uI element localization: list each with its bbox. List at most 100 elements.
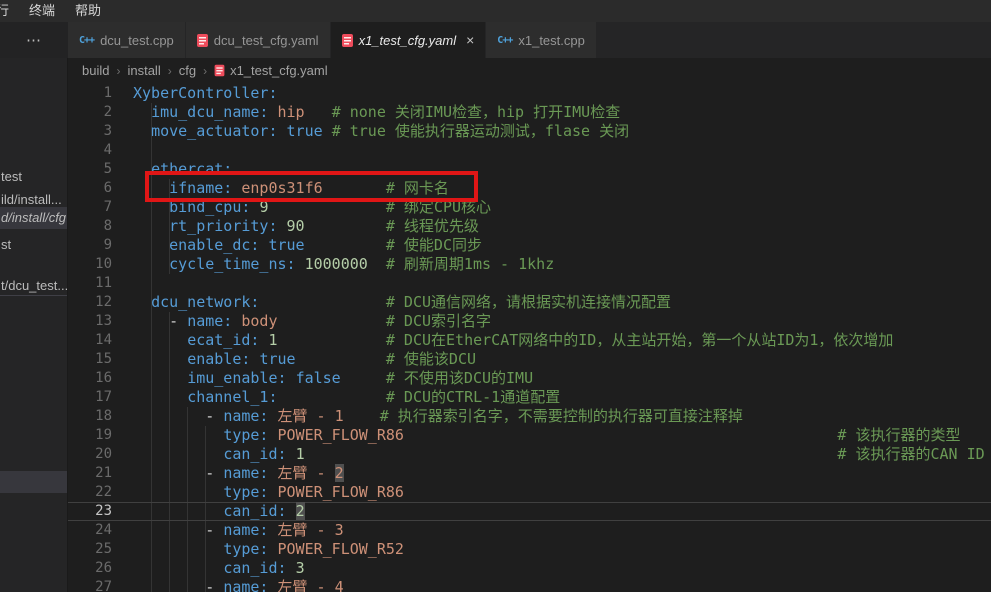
code-token	[268, 464, 277, 482]
line-number[interactable]: 5	[68, 160, 112, 179]
code-token: XyberController:	[133, 84, 278, 102]
line-number[interactable]: 11	[68, 274, 112, 293]
code-line[interactable]: 15 enable: true # 使能该DCU	[68, 350, 991, 369]
menu-item-终端[interactable]: 终端	[19, 0, 65, 22]
code-line[interactable]: 10 cycle_time_ns: 1000000 # 刷新周期1ms - 1k…	[68, 255, 991, 274]
sidebar-item[interactable]: t/dcu_test...	[0, 275, 68, 297]
vscode-window: 行终端帮助 ⋯ C++dcu_test.cppdcu_test_cfg.yaml…	[0, 0, 991, 592]
code-line[interactable]: 20 can_id: 1 # 该执行器的CAN ID	[68, 445, 991, 464]
code-token: true	[259, 350, 295, 368]
code-line[interactable]: 13 - name: body # DCU索引名字	[68, 312, 991, 331]
line-number[interactable]: 3	[68, 122, 112, 141]
line-number[interactable]: 4	[68, 141, 112, 160]
line-number[interactable]: 20	[68, 445, 112, 464]
sidebar-selected-row[interactable]	[0, 471, 68, 493]
code-line[interactable]: 7 bind_cpu: 9 # 绑定CPU核心	[68, 198, 991, 217]
menu-item-帮助[interactable]: 帮助	[65, 0, 111, 22]
breadcrumb-item[interactable]: build	[82, 63, 109, 78]
line-number[interactable]: 24	[68, 521, 112, 540]
line-number[interactable]: 1	[68, 84, 112, 103]
code-line[interactable]: 3 move_actuator: true # true 使能执行器运动测试，f…	[68, 122, 991, 141]
line-number[interactable]: 18	[68, 407, 112, 426]
code-token: # 使能该DCU	[386, 350, 476, 368]
code-area[interactable]: 1 XyberController:2 imu_dcu_name: hip # n…	[68, 84, 991, 592]
menu-item-行[interactable]: 行	[0, 0, 19, 22]
line-number[interactable]: 14	[68, 331, 112, 350]
code-line[interactable]: 5 ethercat:	[68, 160, 991, 179]
code-line[interactable]: 12 dcu_network: # DCU通信网络，请根据实机连接情况配置	[68, 293, 991, 312]
code-line[interactable]: 19 type: POWER_FLOW_R86 # 该执行器的类型	[68, 426, 991, 445]
code-line[interactable]: 2 imu_dcu_name: hip # none 关闭IMU检查，hip 打…	[68, 103, 991, 122]
code-line[interactable]: 8 rt_priority: 90 # 线程优先级	[68, 217, 991, 236]
line-content: channel_1: # DCU的CTRL-1通道配置	[133, 388, 560, 407]
code-line[interactable]: 21 - name: 左臂 - 2	[68, 464, 991, 483]
tab-dcu_test_cfg.yaml[interactable]: dcu_test_cfg.yaml	[186, 22, 330, 58]
line-number[interactable]: 19	[68, 426, 112, 445]
line-number[interactable]: 8	[68, 217, 112, 236]
breadcrumb-item[interactable]: install	[127, 63, 160, 78]
line-number[interactable]: 25	[68, 540, 112, 559]
code-line[interactable]: 16 imu_enable: false # 不使用该DCU的IMU	[68, 369, 991, 388]
code-token: ifname:	[169, 179, 232, 197]
sidebar-item[interactable]: d/install/cfg	[0, 207, 68, 229]
breadcrumb-item[interactable]: cfg	[179, 63, 196, 78]
code-line[interactable]: 23 can_id: 2	[68, 502, 991, 521]
code-line[interactable]: 22 type: POWER_FLOW_R86	[68, 483, 991, 502]
code-token: enable_dc:	[169, 236, 259, 254]
line-number[interactable]: 12	[68, 293, 112, 312]
line-number[interactable]: 21	[68, 464, 112, 483]
code-token: -	[205, 521, 223, 539]
code-token: 3	[296, 559, 305, 577]
code-token	[268, 198, 385, 216]
sidebar: testild/install...d/install/cfgstt/dcu_t…	[0, 58, 68, 592]
code-token: 左臂 -	[278, 464, 335, 482]
code-line[interactable]: 14 ecat_id: 1 # DCU在EtherCAT网络中的ID，从主站开始…	[68, 331, 991, 350]
line-number[interactable]: 16	[68, 369, 112, 388]
code-line[interactable]: 11	[68, 274, 991, 293]
line-number[interactable]: 17	[68, 388, 112, 407]
code-token	[133, 293, 151, 311]
breadcrumb-separator-icon: ›	[168, 64, 172, 78]
code-line[interactable]: 25 type: POWER_FLOW_R52	[68, 540, 991, 559]
tab-x1_test_cfg.yaml[interactable]: x1_test_cfg.yaml×	[331, 22, 486, 58]
code-line[interactable]: 1 XyberController:	[68, 84, 991, 103]
line-number[interactable]: 15	[68, 350, 112, 369]
tab-dcu_test.cpp[interactable]: C++dcu_test.cpp	[68, 22, 185, 58]
code-token	[323, 179, 386, 197]
tab-close-icon[interactable]: ×	[466, 33, 474, 47]
line-number[interactable]: 6	[68, 179, 112, 198]
line-number[interactable]: 9	[68, 236, 112, 255]
code-token: 1000000	[305, 255, 368, 273]
code-line[interactable]: 18 - name: 左臂 - 1 # 执行器索引名字，不需要控制的执行器可直接…	[68, 407, 991, 426]
line-number[interactable]: 7	[68, 198, 112, 217]
more-actions-icon[interactable]: ⋯	[26, 31, 42, 49]
breadcrumb-file[interactable]: x1_test_cfg.yaml	[230, 63, 328, 78]
code-token: # DCU在EtherCAT网络中的ID，从主站开始，第一个从站ID为1，依次增…	[386, 331, 894, 349]
code-line[interactable]: 17 channel_1: # DCU的CTRL-1通道配置	[68, 388, 991, 407]
code-token: enp0s31f6	[241, 179, 322, 197]
line-number[interactable]: 10	[68, 255, 112, 274]
line-number[interactable]: 23	[68, 502, 112, 521]
code-line[interactable]: 27 - name: 左臂 - 4	[68, 578, 991, 592]
sidebar-item[interactable]: st	[0, 234, 68, 256]
line-number[interactable]: 27	[68, 578, 112, 592]
code-token	[278, 331, 386, 349]
line-content: - name: 左臂 - 4	[133, 578, 344, 592]
code-line[interactable]: 4	[68, 141, 991, 160]
code-line[interactable]: 6 ifname: enp0s31f6 # 网卡名	[68, 179, 991, 198]
sidebar-header: ⋯	[0, 22, 68, 58]
code-token: -	[205, 578, 223, 592]
tab-x1_test.cpp[interactable]: C++x1_test.cpp	[486, 22, 596, 58]
code-line[interactable]: 9 enable_dc: true # 使能DC同步	[68, 236, 991, 255]
code-token: true	[287, 122, 323, 140]
sidebar-item[interactable]: test	[0, 166, 68, 188]
line-number[interactable]: 26	[68, 559, 112, 578]
editor-pane[interactable]: build›install›cfg›x1_test_cfg.yaml 1Xybe…	[68, 58, 991, 592]
line-content: ecat_id: 1 # DCU在EtherCAT网络中的ID，从主站开始，第一…	[133, 331, 893, 350]
line-number[interactable]: 2	[68, 103, 112, 122]
code-line[interactable]: 24 - name: 左臂 - 3	[68, 521, 991, 540]
line-number[interactable]: 22	[68, 483, 112, 502]
line-number[interactable]: 13	[68, 312, 112, 331]
code-line[interactable]: 26 can_id: 3	[68, 559, 991, 578]
code-token	[278, 388, 386, 406]
